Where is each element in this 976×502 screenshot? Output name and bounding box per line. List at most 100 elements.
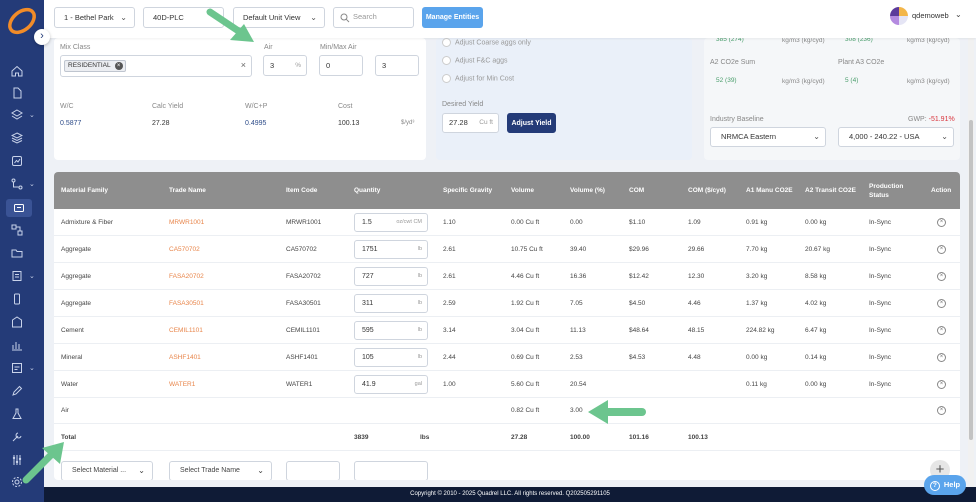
max-air-input[interactable]: 3 [375, 55, 419, 76]
a2-co2e-unit: kg/m3 (kg/cyd) [782, 78, 825, 85]
adjust-yield-button[interactable]: Adjust Yield [507, 113, 556, 133]
quantity-input[interactable]: 727 lb [354, 267, 428, 286]
remove-row-icon[interactable]: × [937, 218, 946, 227]
select-material-dropdown[interactable]: Select Material ... ⌄ [61, 461, 153, 480]
adjust-fc-radio[interactable]: Adjust F&C aggs [442, 56, 508, 65]
radio-circle [442, 74, 451, 83]
cell-sg: 2.61 [443, 273, 456, 280]
mix-design-icon[interactable] [6, 199, 32, 217]
cell-trade[interactable]: ASHF1401 [169, 354, 201, 361]
remove-row-icon[interactable]: × [937, 326, 946, 335]
clear-icon[interactable]: × [241, 56, 246, 75]
report-icon[interactable] [11, 270, 25, 282]
avatar[interactable] [890, 7, 908, 25]
flask-icon[interactable] [11, 408, 25, 420]
network-icon[interactable] [11, 224, 25, 236]
chevron-down-icon[interactable]: ⌄ [29, 364, 35, 372]
search-icon [340, 13, 350, 23]
desired-yield-label: Desired Yield [442, 101, 484, 108]
cell-family: Aggregate [61, 273, 91, 280]
new-quantity-input[interactable] [354, 461, 428, 480]
building-icon[interactable] [11, 316, 25, 328]
quantity-unit: lb [417, 246, 422, 252]
quantity-input[interactable]: 311 lb [354, 294, 428, 313]
pencil-icon[interactable] [11, 385, 25, 397]
cell-comcyd: 1.09 [688, 219, 701, 226]
min-air-input[interactable]: 0 [319, 55, 363, 76]
cell-a1: 0.91 kg [746, 219, 768, 226]
adjust-coarse-radio[interactable]: Adjust Coarse aggs only [442, 38, 531, 47]
baseline-range-value: 4,000 - 240.22 - USA [849, 132, 920, 141]
cell-status: In-Sync [869, 273, 892, 280]
select-trade-dropdown[interactable]: Select Trade Name ⌄ [169, 461, 272, 480]
quantity-input[interactable]: 595 lb [354, 321, 428, 340]
chevron-down-icon[interactable]: ⌄ [29, 111, 35, 119]
phone-icon[interactable] [11, 293, 25, 305]
location-select-value: 1 - Bethel Park [64, 13, 114, 22]
bar-chart-icon[interactable] [11, 339, 25, 351]
air-row-family: Air [61, 407, 69, 414]
wc-label: W/C [60, 103, 74, 110]
search-input[interactable] [353, 12, 411, 21]
desired-yield-input[interactable]: 27.28 Cu ft [442, 113, 499, 133]
quantity-input[interactable]: 1.5 oz/cwt CM [354, 213, 428, 232]
chevron-down-icon[interactable]: ⌄ [29, 180, 35, 188]
cell-trade[interactable]: CA570702 [169, 246, 200, 253]
baseline-range-select[interactable]: 4,000 - 240.22 - USA ⌄ [838, 127, 954, 147]
cell-trade[interactable]: FASA30501 [169, 300, 204, 307]
adjust-min-cost-radio[interactable]: Adjust for Min Cost [442, 74, 514, 83]
help-button[interactable]: ? Help [924, 475, 966, 495]
mix-class-chip-label: RESIDENTIAL [68, 62, 111, 69]
col-volume: Volume [511, 187, 534, 194]
quantity-input[interactable]: 105 lb [354, 348, 428, 367]
mix-class-select[interactable]: RESIDENTIAL × × [60, 55, 252, 77]
workflow-icon[interactable] [11, 178, 25, 190]
quadrel-logo-icon[interactable] [5, 6, 39, 36]
scrollbar-thumb[interactable] [969, 120, 973, 440]
stack-icon[interactable] [11, 132, 25, 144]
col-com: COM [629, 187, 645, 194]
cell-volpct: 7.05 [570, 300, 583, 307]
document-icon[interactable] [11, 87, 25, 99]
cell-vol: 3.04 Cu ft [511, 327, 540, 334]
remove-row-icon[interactable]: × [937, 299, 946, 308]
location-select[interactable]: 1 - Bethel Park ⌄ [54, 7, 135, 28]
quantity-input[interactable]: 1751 lb [354, 240, 428, 259]
new-item-code-input[interactable] [286, 461, 340, 480]
table-row-air: Air 0.82 Cu ft 3.00 × [54, 397, 960, 424]
edit-list-icon[interactable] [11, 362, 25, 374]
co2-top-left-unit: kg/m3 (kg/cyd) [782, 37, 825, 44]
cell-a1: 224.82 kg [746, 327, 775, 334]
adjust-coarse-label: Adjust Coarse aggs only [455, 39, 531, 47]
layers-icon[interactable] [11, 109, 25, 121]
manage-entities-button[interactable]: Manage Entities [422, 7, 483, 28]
home-icon[interactable] [11, 65, 25, 77]
remove-row-icon[interactable]: × [937, 353, 946, 362]
cell-a2: 8.58 kg [805, 273, 827, 280]
remove-row-icon[interactable]: × [937, 380, 946, 389]
quantity-unit: lb [417, 273, 422, 279]
cell-sg: 3.14 [443, 327, 456, 334]
remove-row-icon[interactable]: × [937, 406, 946, 415]
cost-label: Cost [338, 103, 353, 110]
cell-trade[interactable]: CEMIL1101 [169, 327, 203, 334]
scrollbar[interactable] [968, 38, 974, 487]
remove-row-icon[interactable]: × [937, 245, 946, 254]
cell-trade[interactable]: WATER1 [169, 381, 195, 388]
chevron-down-icon: ⌄ [257, 466, 264, 475]
cell-trade[interactable]: MRWR1001 [169, 219, 204, 226]
chip-remove-icon[interactable]: × [114, 62, 123, 70]
cell-volpct: 16.36 [570, 273, 587, 280]
cell-trade[interactable]: FASA20702 [169, 273, 204, 280]
chevron-down-icon[interactable]: ⌄ [955, 10, 962, 19]
quantity-unit: oz/cwt CM [396, 219, 422, 225]
air-input[interactable]: 3% [263, 55, 307, 76]
sidebar-collapse-button[interactable]: › [34, 29, 50, 45]
quantity-input[interactable]: 41.9 gal [354, 375, 428, 394]
remove-row-icon[interactable]: × [937, 272, 946, 281]
baseline-select[interactable]: NRMCA Eastern ⌄ [710, 127, 826, 147]
chart-box-icon[interactable] [11, 155, 25, 167]
username[interactable]: qdemoweb [912, 11, 949, 20]
chevron-down-icon[interactable]: ⌄ [29, 272, 35, 280]
folder-icon[interactable] [11, 247, 25, 259]
